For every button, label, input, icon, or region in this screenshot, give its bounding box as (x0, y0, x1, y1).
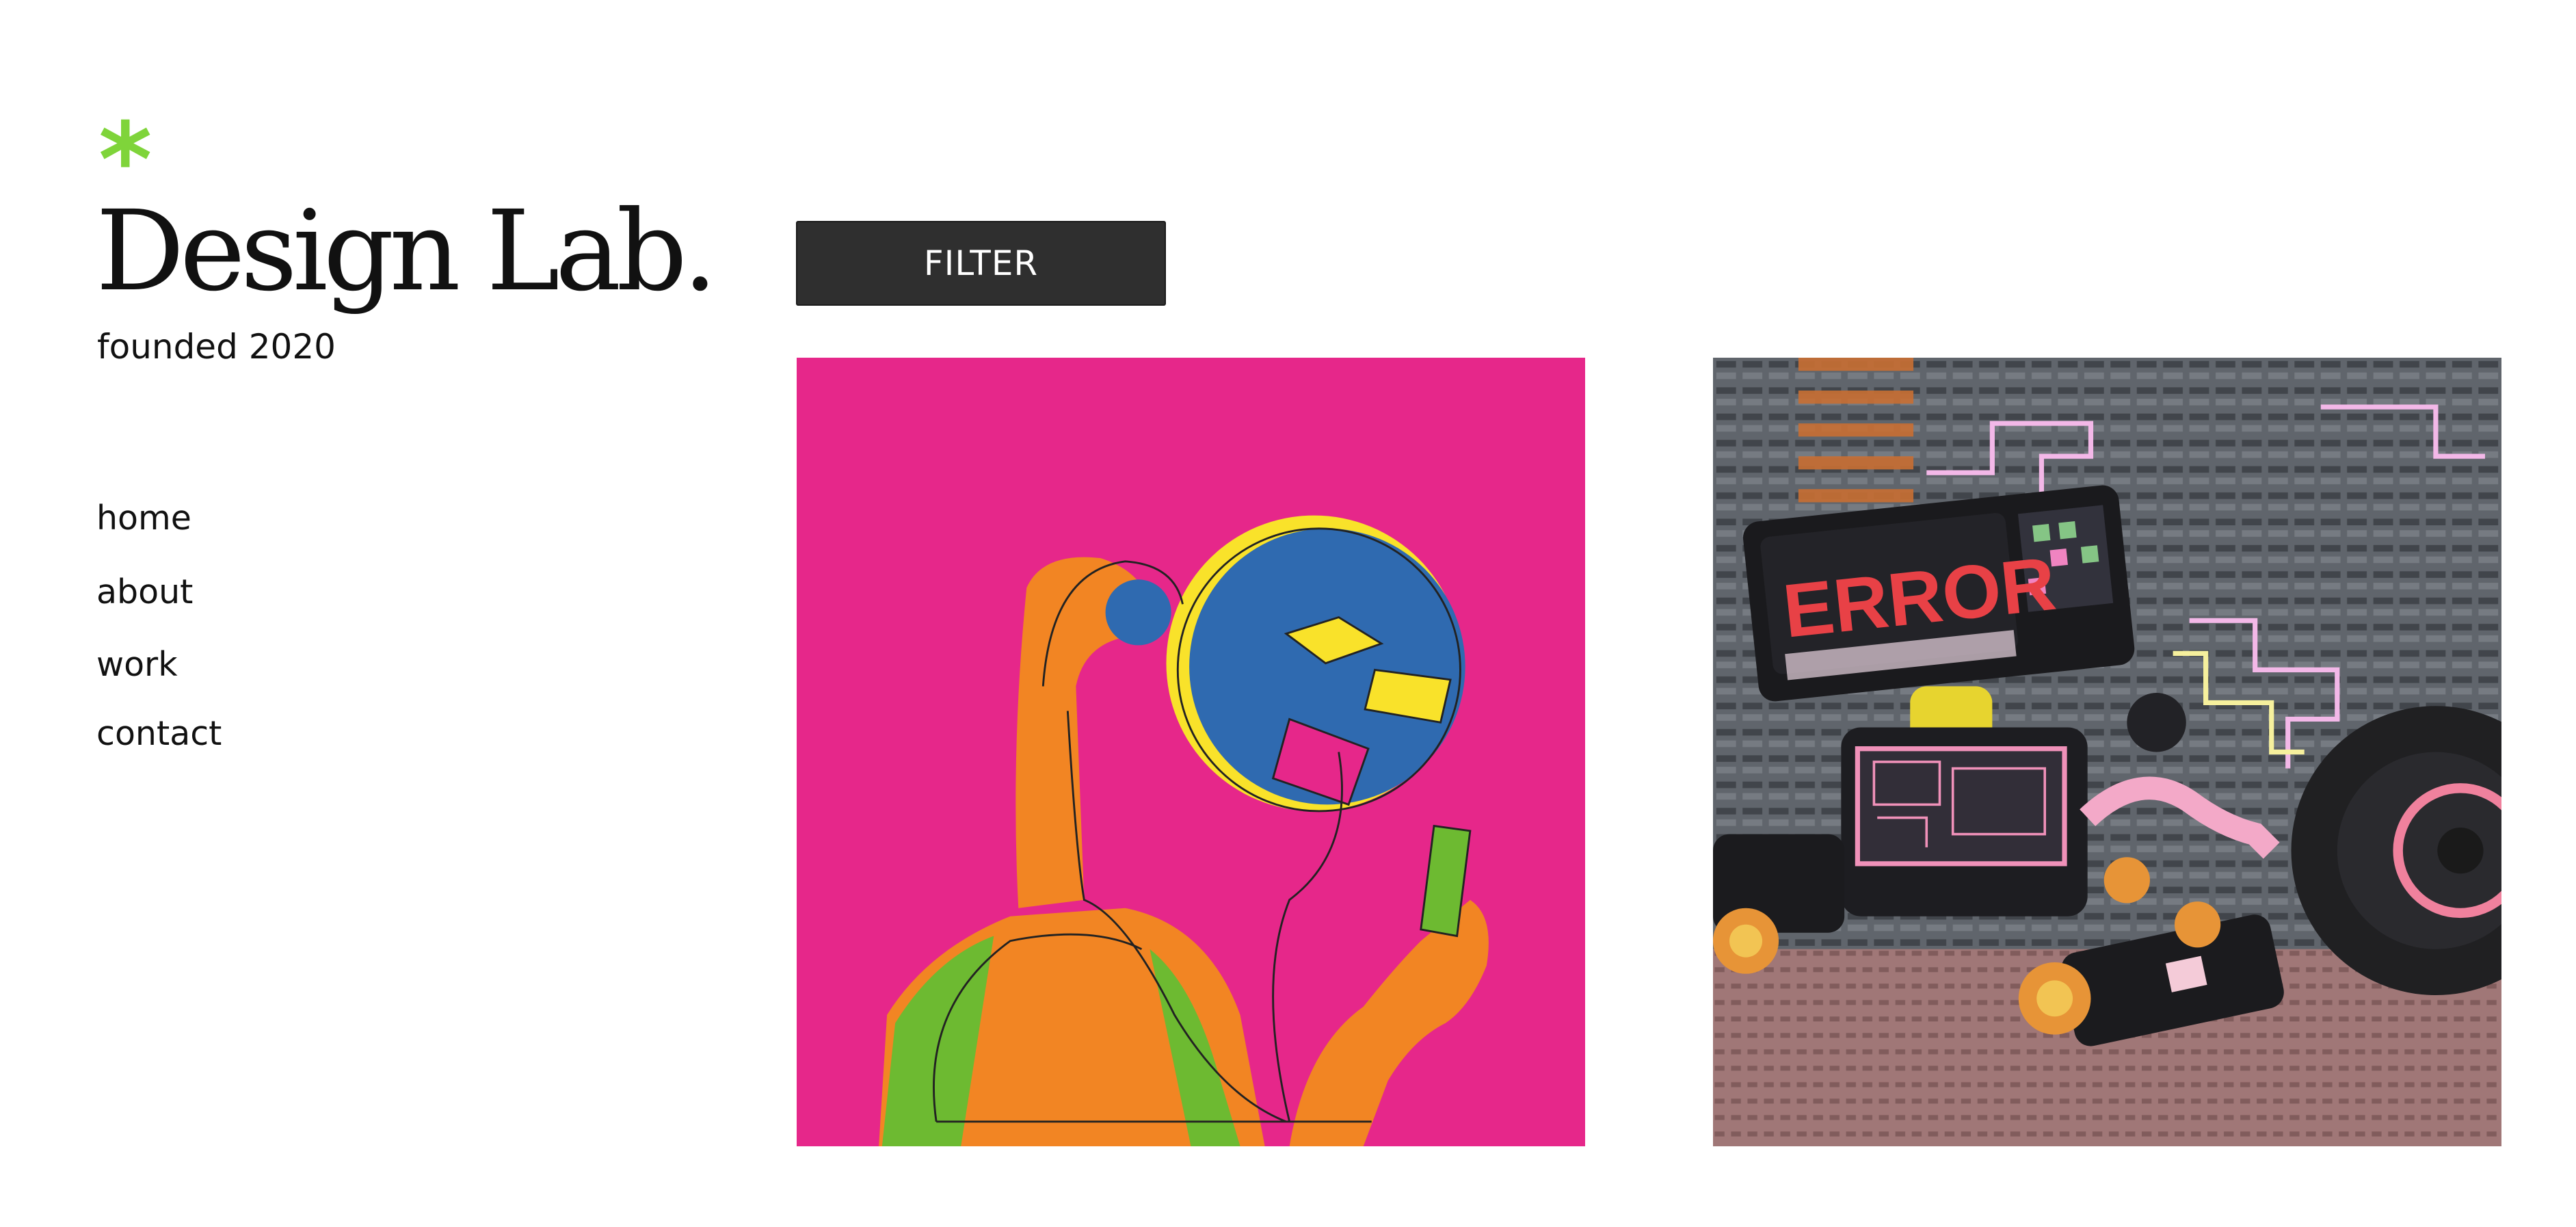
pop-art-figure-image (797, 358, 1585, 1146)
brand-tagline: founded 2020 (97, 327, 336, 367)
nav-link-contact[interactable]: contact (96, 710, 222, 758)
nav-link-about[interactable]: about (96, 568, 193, 616)
error-robot-image: ERROR (1713, 358, 2501, 1146)
filter-button[interactable]: FILTER (796, 221, 1166, 306)
brand-title: Design Lab. (96, 187, 718, 316)
gallery-item-pop-art-figure[interactable] (797, 358, 1585, 1146)
nav-link-work[interactable]: work (96, 641, 178, 689)
gallery-item-error-robot[interactable]: ERROR (1713, 358, 2501, 1146)
nav-link-home[interactable]: home (96, 494, 191, 542)
